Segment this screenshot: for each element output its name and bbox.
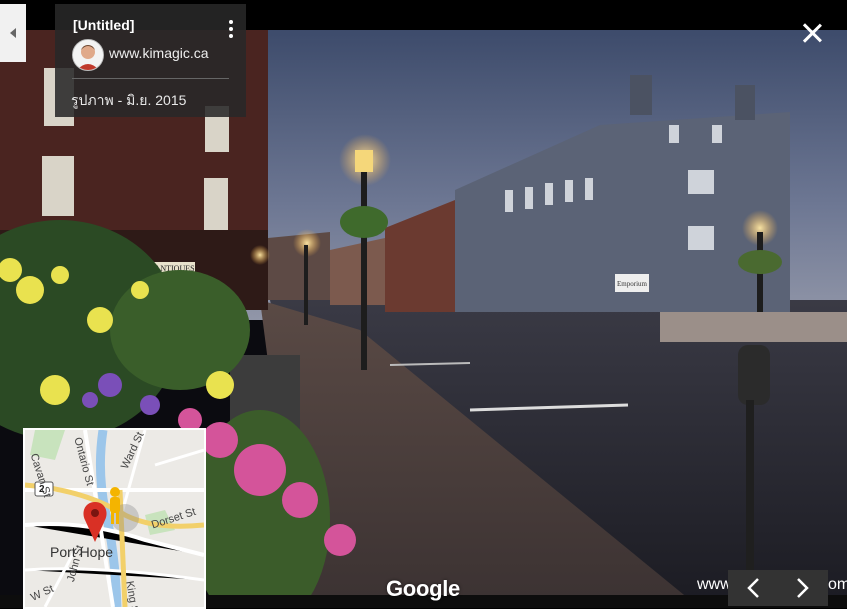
more-vert-icon[interactable]	[229, 20, 233, 38]
store-sign: Emporium	[617, 280, 647, 288]
author-link[interactable]: www.kimagic.ca	[109, 45, 209, 61]
chevron-left-icon	[747, 578, 759, 598]
prev-photo-button[interactable]	[728, 570, 778, 606]
photo-navigation	[728, 570, 828, 606]
photo-credit[interactable]: www	[697, 576, 732, 594]
chevron-right-icon	[797, 578, 809, 598]
google-logo: Google	[386, 576, 460, 601]
back-button[interactable]	[0, 4, 26, 62]
mini-map[interactable]: 2 Cavan St Ontario St Ward St Dorset St …	[23, 428, 206, 609]
chevron-left-icon	[10, 28, 16, 38]
photo-info-card: [Untitled] www.kimagic.ca รูปภาพ - มิ.ย.…	[55, 4, 246, 117]
next-photo-button[interactable]	[778, 570, 828, 606]
photo-credit-tail: om	[828, 576, 847, 593]
map-town-label: Port Hope	[50, 544, 114, 560]
avatar-portrait	[73, 40, 103, 70]
photo-date: รูปภาพ - มิ.ย. 2015	[71, 92, 187, 108]
close-icon[interactable]	[801, 22, 823, 44]
author-avatar[interactable]	[72, 39, 104, 71]
photo-title: [Untitled]	[73, 17, 135, 33]
info-divider	[72, 78, 229, 79]
